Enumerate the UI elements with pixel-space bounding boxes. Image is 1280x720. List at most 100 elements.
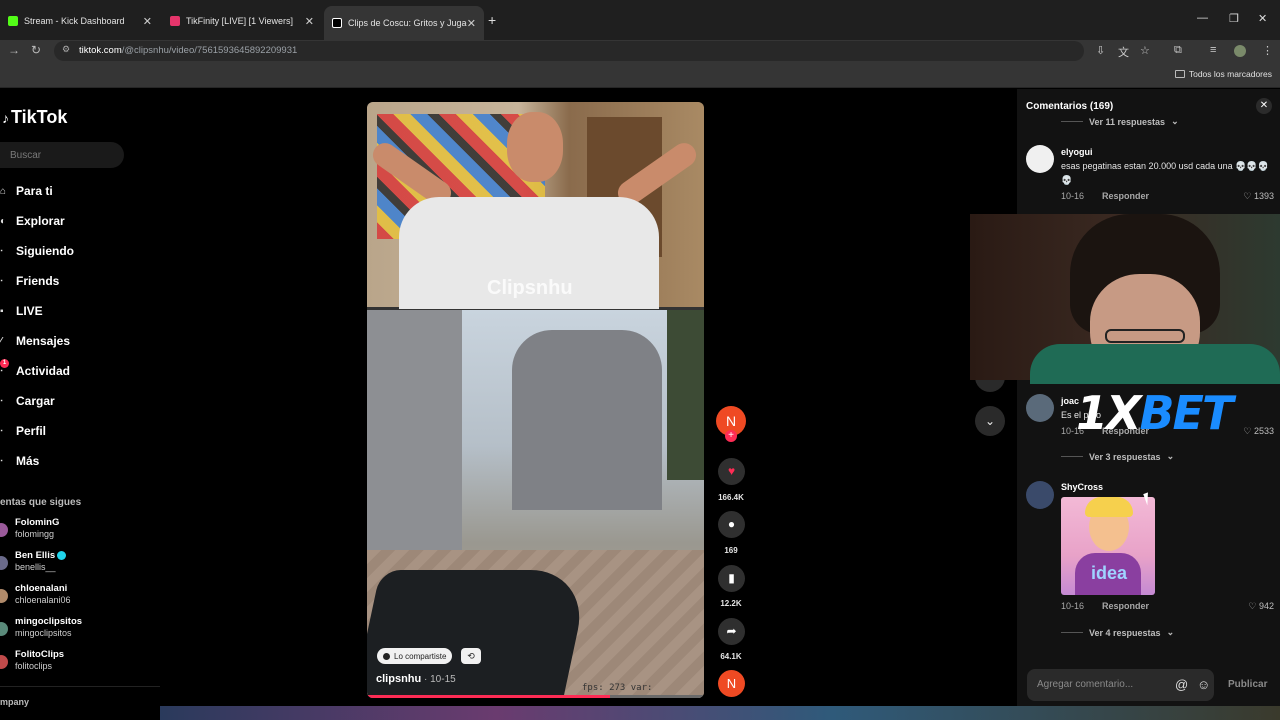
all-bookmarks-button[interactable]: Todos los marcadores [1174, 69, 1272, 79]
sound-avatar[interactable]: N [718, 670, 745, 697]
bookmark-star-icon[interactable]: ☆ [1140, 44, 1150, 57]
followed-account-item[interactable]: chloenalani chloenalani06 [0, 583, 150, 611]
close-icon: ✕ [1259, 100, 1269, 111]
repost-icon[interactable]: ⟲ [461, 648, 481, 664]
webcam-glasses [1105, 329, 1185, 343]
close-comments-button[interactable]: ✕ [1256, 98, 1272, 114]
avatar [0, 589, 8, 603]
account-name: FolitoClips [15, 649, 65, 660]
followed-account-item[interactable]: FolitoClips folitoclips [0, 649, 150, 677]
tab-label: Clips de Coscu: Gritos y Jugad [348, 18, 467, 28]
share-arrow-icon: ➦ [726, 624, 737, 638]
next-video-button[interactable]: ⌄ [975, 406, 1005, 436]
company-link[interactable]: mpany [0, 697, 29, 707]
shared-pill[interactable]: Lo compartiste [377, 648, 453, 664]
tab-label: TikFinity [LIVE] [1 Viewers] [186, 16, 294, 26]
nav-item-siguiendo[interactable]: ⋅ Siguiendo [0, 241, 74, 261]
comment-username[interactable]: elyogui [1061, 147, 1093, 157]
reply-button[interactable]: Responder [1102, 191, 1149, 201]
tab-tikfinity[interactable]: TikFinity [LIVE] [1 Viewers] ✕ [162, 8, 322, 34]
view-replies-button[interactable]: Ver 11 respuestas ⌄ [1061, 116, 1179, 127]
media-control-icon[interactable]: ≡ [1210, 44, 1216, 56]
nav-item-live[interactable]: ▪ LIVE [0, 301, 43, 321]
nav-item-actividad[interactable]: ⋅ 1 Actividad [0, 359, 70, 381]
translate-icon[interactable]: 文 [1118, 44, 1129, 60]
comment-like[interactable]: ♡ 942 [1248, 601, 1274, 612]
comment-meta: 10-16 Responder [1061, 601, 1149, 611]
close-icon[interactable]: ✕ [305, 15, 314, 28]
tab-kick-dashboard[interactable]: Stream - Kick Dashboard ✕ [0, 8, 160, 34]
view-replies-button[interactable]: Ver 4 respuestas ⌄ [1061, 627, 1174, 638]
account-name: chloenalani [15, 583, 68, 594]
video-author-line: clipsnhu · 10-15 [376, 673, 456, 685]
followed-account-item[interactable]: mingoclipsitos mingoclipsitos [0, 616, 150, 644]
close-icon[interactable]: ✕ [467, 17, 476, 30]
share-button[interactable]: ➦ [718, 618, 745, 645]
window-close-icon[interactable]: ✕ [1258, 12, 1267, 25]
reload-icon[interactable]: ↻ [31, 43, 41, 57]
nav-item-cargar[interactable]: ⋅ Cargar [0, 391, 55, 411]
publish-button[interactable]: Publicar [1228, 679, 1267, 690]
following-accounts-heading: entas que sigues [0, 497, 82, 508]
new-tab-button[interactable]: + [488, 12, 496, 28]
video-author[interactable]: clipsnhu [376, 673, 421, 685]
followed-account-item[interactable]: Ben Ellis benellis__ [0, 550, 150, 578]
install-app-icon[interactable]: ⇩ [1096, 44, 1105, 57]
account-handle: benellis__ [15, 562, 56, 572]
avatar [0, 622, 8, 636]
avatar[interactable] [1026, 481, 1054, 509]
replies-divider [1061, 121, 1083, 122]
nav-label: Cargar [16, 394, 55, 408]
messages-icon: ⁄ [0, 335, 2, 347]
chevron-down-icon: ⌄ [1166, 451, 1175, 461]
url-bar[interactable]: ⚙ tiktok.com/@clipsnhu/video/75615936458… [54, 41, 1084, 61]
view-replies-button[interactable]: Ver 3 respuestas ⌄ [1061, 451, 1174, 462]
reply-button[interactable]: Responder [1102, 601, 1149, 611]
emoji-icon[interactable]: ☺ [1197, 677, 1210, 692]
avatar[interactable] [1026, 145, 1054, 173]
video-player[interactable]: Clipsnhu Lo compartiste ⟲ clipsnhu · 10-… [367, 102, 704, 698]
nav-item-friends[interactable]: ⋅ Friends [0, 271, 59, 291]
nav-item-mas[interactable]: ⋅ Más [0, 451, 39, 471]
tab-tiktok-clips[interactable]: Clips de Coscu: Gritos y Jugad ✕ [324, 6, 484, 40]
comment-placeholder: Agregar comentario... [1037, 679, 1134, 690]
avatar[interactable] [1026, 394, 1054, 422]
nav-label: Para ti [16, 184, 53, 198]
profile-avatar-icon[interactable] [1234, 45, 1246, 57]
follow-plus-icon[interactable]: + [725, 430, 737, 442]
save-button[interactable]: ▮ [718, 565, 745, 592]
add-comment-input[interactable]: Agregar comentario... @ ☺ [1027, 669, 1214, 701]
save-count: 12.2K [720, 599, 742, 608]
tiktok-logo[interactable]: ♪ TikTok [2, 107, 67, 128]
mention-icon[interactable]: @ [1175, 677, 1188, 692]
nav-item-para-ti[interactable]: ⌂ Para ti [0, 181, 53, 201]
address-toolbar: → ↻ ⚙ tiktok.com/@clipsnhu/video/7561593… [0, 40, 1280, 62]
chevron-down-icon: ⌄ [1171, 116, 1179, 126]
maximize-icon[interactable]: ❐ [1229, 12, 1239, 25]
comment-username[interactable]: ShyCross [1061, 482, 1103, 492]
kebab-menu-icon[interactable]: ⋮ [1262, 44, 1273, 57]
sponsor-logo-white: 1X [1076, 386, 1141, 440]
comment-like[interactable]: ♡ 2533 [1243, 426, 1274, 437]
sidebar-divider [0, 686, 160, 687]
nav-item-perfil[interactable]: ⋅ Perfil [0, 421, 46, 441]
account-name: Ben Ellis [15, 550, 67, 561]
close-icon[interactable]: ✕ [143, 15, 152, 28]
nav-label: Friends [16, 274, 60, 288]
search-input[interactable]: Buscar [0, 142, 124, 168]
tab-label: Stream - Kick Dashboard [24, 16, 125, 26]
minimize-icon[interactable]: — [1197, 12, 1208, 24]
like-button[interactable]: ♥ [718, 458, 745, 485]
search-placeholder: Buscar [10, 150, 42, 161]
nav-item-mensajes[interactable]: ⁄ Mensajes [0, 331, 70, 351]
avatar [0, 556, 8, 570]
comment-button[interactable]: ● [718, 511, 745, 538]
video-progress-bar[interactable] [367, 695, 704, 698]
comment-like[interactable]: ♡ 1393 [1243, 191, 1274, 202]
nav-item-explorar[interactable]: ◐ Explorar [0, 211, 65, 231]
forward-icon[interactable]: → [8, 43, 20, 57]
heart-outline-icon: ♡ [1248, 601, 1259, 611]
extensions-icon[interactable]: ⧉ [1174, 44, 1182, 57]
followed-account-item[interactable]: FolominG folomingg [0, 517, 150, 545]
site-info-icon[interactable]: ⚙ [62, 44, 70, 55]
